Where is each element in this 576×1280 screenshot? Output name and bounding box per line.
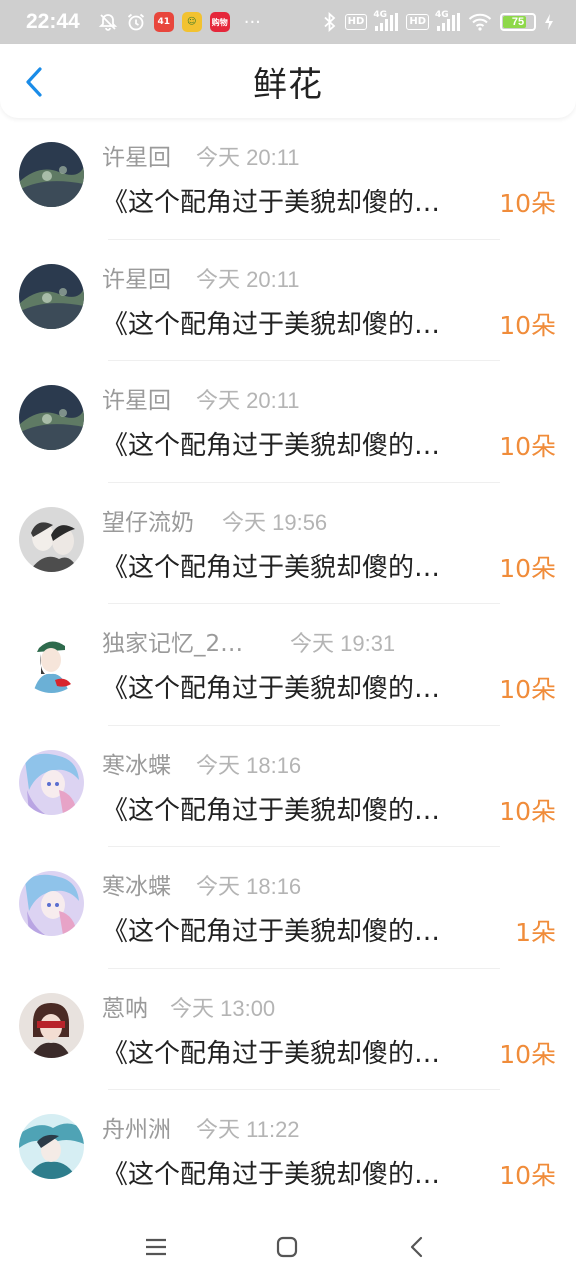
more-icon: ··· [243, 11, 261, 33]
flower-amount: 10朵 [499, 310, 556, 340]
list-item[interactable]: 许星回 今天 20:11 《这个配角过于美貌却傻的… 10朵 [0, 361, 576, 483]
avatar[interactable] [19, 1114, 84, 1179]
message-text: 《这个配角过于美貌却傻的… [102, 552, 441, 583]
list-item[interactable]: 蒽呐 今天 13:00 《这个配角过于美貌却傻的… 10朵 [0, 969, 576, 1090]
signal-4g-icon: 4G [435, 10, 460, 31]
system-nav-bar [0, 1210, 576, 1280]
user-name[interactable]: 寒冰蝶 [102, 746, 171, 780]
list-item[interactable]: 望仔流奶 今天 19:56 《这个配角过于美貌却傻的… 10朵 [0, 483, 576, 604]
flower-amount: 10朵 [499, 432, 556, 461]
status-time: 22:44 [26, 10, 80, 33]
user-name[interactable]: 许星回 [102, 260, 171, 294]
avatar[interactable] [19, 628, 84, 693]
flower-amount: 10朵 [499, 189, 556, 218]
list-item[interactable]: 寒冰蝶 今天 18:16 《这个配角过于美貌却傻的… 1朵 [0, 847, 576, 969]
user-name[interactable]: 独家记忆_2… [102, 624, 243, 658]
chevron-left-icon [26, 67, 42, 97]
avatar[interactable] [19, 992, 84, 1058]
signal-4g-icon: 4G [373, 10, 399, 31]
back-icon [410, 1236, 423, 1258]
back-button[interactable] [14, 62, 54, 102]
flower-amount: 10朵 [499, 1161, 556, 1190]
avatar[interactable] [19, 506, 84, 572]
message-text: 《这个配角过于美貌却傻的… [102, 188, 441, 218]
home-button[interactable] [270, 1230, 304, 1264]
timestamp: 今天 20:11 [196, 145, 300, 170]
flower-record-list: 许星回 今天 20:11 《这个配角过于美貌却傻的… 10朵 许星回 今天 20… [0, 118, 576, 1212]
mute-icon [98, 12, 118, 32]
menu-icon [146, 1238, 166, 1256]
charging-icon [544, 13, 554, 31]
hd-icon: HD [344, 14, 368, 30]
battery-icon: 75 [500, 13, 536, 31]
header: 鲜花 [0, 44, 576, 118]
flower-amount: 10朵 [499, 553, 556, 583]
message-text: 《这个配角过于美貌却傻的… [102, 431, 441, 461]
list-item[interactable]: 独家记忆_2… 今天 19:31 《这个配角过于美貌却傻的… 10朵 [0, 604, 576, 726]
bluetooth-icon [323, 12, 337, 32]
hd-icon: HD [406, 14, 429, 30]
user-name[interactable]: 舟州洲 [102, 1110, 171, 1144]
message-text: 《这个配角过于美貌却傻的… [102, 1160, 441, 1190]
wifi-icon [468, 13, 492, 31]
timestamp: 今天 20:11 [196, 388, 300, 413]
list-item[interactable]: 许星回 今天 20:11 《这个配角过于美貌却傻的… 10朵 [0, 240, 576, 361]
avatar[interactable] [19, 385, 84, 450]
page-title: 鲜花 [253, 64, 323, 105]
timestamp: 今天 18:16 [196, 752, 302, 778]
message-text: 《这个配角过于美貌却傻的… [102, 917, 441, 947]
avatar[interactable] [19, 871, 84, 936]
user-name[interactable]: 望仔流奶 [102, 503, 194, 537]
avatar[interactable] [19, 749, 84, 815]
back-nav-button[interactable] [400, 1230, 434, 1264]
list-item[interactable]: 舟州洲 今天 11:22 《这个配角过于美貌却傻的… 10朵 [0, 1090, 576, 1212]
message-text: 《这个配角过于美貌却傻的… [102, 795, 441, 826]
timestamp: 今天 13:00 [170, 995, 276, 1021]
timestamp: 今天 11:22 [196, 1117, 300, 1142]
user-name[interactable]: 寒冰蝶 [102, 867, 171, 901]
flower-amount: 1朵 [515, 918, 556, 947]
message-text: 《这个配角过于美貌却傻的… [102, 1038, 441, 1069]
flower-amount: 10朵 [499, 796, 556, 826]
timestamp: 今天 19:56 [222, 509, 328, 535]
app-icon-3: 购物 [209, 12, 230, 32]
menu-button[interactable] [139, 1230, 173, 1264]
user-name[interactable]: 许星回 [102, 138, 171, 172]
alarm-icon [126, 12, 146, 32]
list-item[interactable]: 许星回 今天 20:11 《这个配角过于美貌却傻的… 10朵 [0, 118, 576, 240]
avatar[interactable] [19, 142, 84, 207]
user-name[interactable]: 许星回 [102, 381, 171, 415]
timestamp: 今天 19:31 [290, 631, 396, 656]
flower-amount: 10朵 [499, 675, 556, 704]
timestamp: 今天 20:11 [196, 266, 300, 292]
app-icon-2: ☺ [181, 12, 202, 32]
user-name[interactable]: 蒽呐 [102, 989, 148, 1023]
flower-amount: 10朵 [499, 1039, 556, 1069]
timestamp: 今天 18:16 [196, 874, 302, 899]
message-text: 《这个配角过于美貌却傻的… [102, 309, 441, 340]
message-text: 《这个配角过于美貌却傻的… [102, 674, 441, 704]
home-icon [276, 1236, 298, 1258]
list-item[interactable]: 寒冰蝶 今天 18:16 《这个配角过于美貌却傻的… 10朵 [0, 726, 576, 847]
status-bar: 22:44 41 ☺ 购物 ··· HD 4G HD 4G 75 [0, 0, 576, 44]
app-icon-1: 41 [153, 12, 174, 32]
avatar[interactable] [19, 263, 84, 329]
